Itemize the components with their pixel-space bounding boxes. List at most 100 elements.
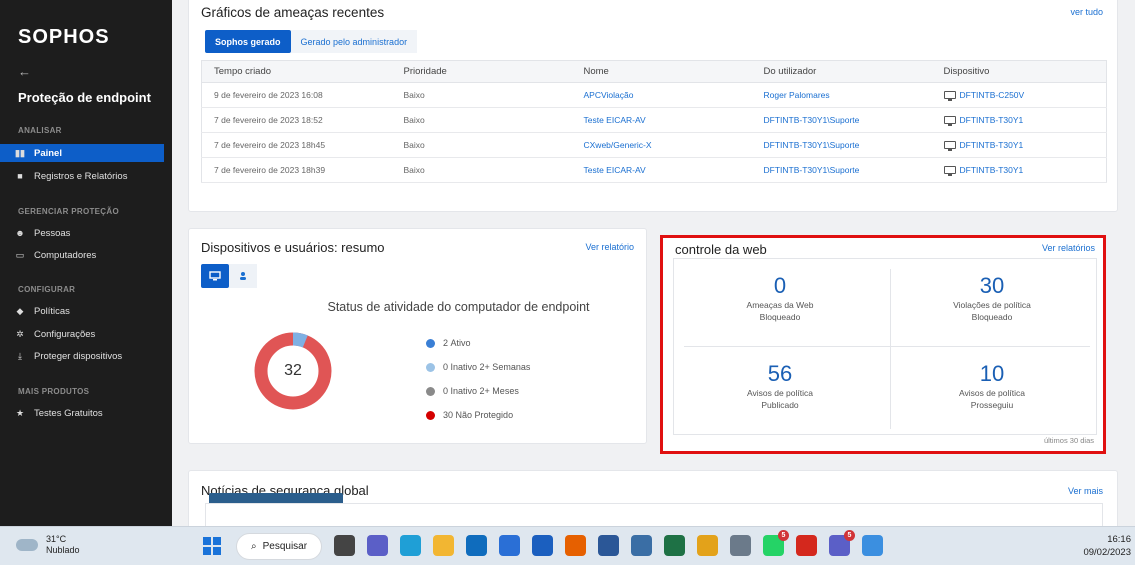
cell-user-link[interactable]: Roger Palomares [751, 82, 932, 108]
taskbar-search[interactable]: ⌕ Pesquisar [236, 533, 322, 560]
stat-sublabel: Bloqueado [759, 312, 801, 322]
chat-icon[interactable] [367, 535, 388, 556]
task-view-icon[interactable] [334, 535, 355, 556]
cell-time: 7 de fevereiro de 2023 18h39 [201, 157, 392, 183]
cell-time: 7 de fevereiro de 2023 18h45 [201, 132, 392, 158]
sidebar-item-label: Testes Gratuitos [34, 407, 103, 419]
legend-label: Inativo 2+ Semanas [450, 362, 531, 372]
cell-name-link[interactable]: Teste EICAR-AV [571, 157, 752, 183]
photos-icon[interactable] [862, 535, 883, 556]
edge-icon[interactable] [400, 535, 421, 556]
legend-dot [426, 362, 435, 372]
device-link[interactable]: DFTINTB-C250V [960, 90, 1025, 100]
whatsapp-icon[interactable]: 5 [763, 530, 789, 556]
sidebar-item-label: Configurações [34, 328, 96, 340]
tab-gerado-admin[interactable]: Gerado pelo administrador [290, 30, 418, 53]
sidebar-item-pessoas[interactable]: ☻ Pessoas [0, 224, 164, 242]
weather-widget[interactable]: 31°C Nublado [16, 534, 80, 556]
cell-name-link[interactable]: CXweb/Generic-X [571, 132, 752, 158]
cell-device[interactable]: DFTINTB-T30Y1 [931, 157, 1107, 183]
table-row[interactable]: 9 de fevereiro de 2023 16:08 Baixo APCVi… [201, 82, 1107, 108]
windows-start-icon[interactable] [203, 537, 221, 555]
sidebar-item-painel[interactable]: ▮▮ Painel [0, 144, 164, 162]
ver-relatorios-link[interactable]: Ver relatórios [1042, 243, 1095, 253]
sidebar-item-configuracoes[interactable]: ✲ Configurações [0, 325, 164, 343]
web-control-title: controle da web [675, 242, 767, 257]
cell-name-link[interactable]: APCViolação [571, 82, 752, 108]
search-icon: ⌕ [251, 541, 257, 552]
chrome-icon[interactable] [697, 535, 718, 556]
mail-icon[interactable] [532, 535, 553, 556]
threat-card-title: Gráficos de ameaças recentes [201, 5, 385, 20]
cell-user-link[interactable]: DFTINTB-T30Y1\Suporte [751, 157, 932, 183]
settings-icon[interactable] [730, 535, 751, 556]
col-header[interactable]: Prioridade [391, 60, 572, 83]
legend-item-inativo-meses[interactable]: 0 Inativo 2+ Meses [426, 379, 530, 403]
ver-relatorio-link[interactable]: Ver relatório [585, 242, 634, 252]
cell-name-link[interactable]: Teste EICAR-AV [571, 107, 752, 133]
monitor-icon [943, 115, 956, 126]
cell-device[interactable]: DFTINTB-T30Y1 [931, 107, 1107, 133]
shield-icon: ◆ [16, 305, 24, 316]
sidebar-item-politicas[interactable]: ◆ Políticas [0, 302, 164, 320]
tab-sophos-gerado[interactable]: Sophos gerado [205, 30, 291, 53]
col-header[interactable]: Do utilizador [751, 60, 932, 83]
legend-label: Ativo [450, 338, 471, 348]
acrobat-icon[interactable] [796, 535, 817, 556]
notepad-icon[interactable] [631, 535, 652, 556]
col-header[interactable]: Tempo criado [201, 60, 392, 83]
threat-graphs-card: Gráficos de ameaças recentes ver tudo So… [188, 0, 1118, 212]
file-explorer-icon[interactable] [433, 535, 454, 556]
table-row[interactable]: 7 de fevereiro de 2023 18h39 Baixo Teste… [201, 157, 1107, 183]
device-link[interactable]: DFTINTB-T30Y1 [960, 140, 1024, 150]
section-title: Proteção de endpoint [18, 90, 151, 105]
legend-item-inativo-semanas[interactable]: 0 Inativo 2+ Semanas [426, 355, 530, 379]
ver-mais-link[interactable]: Ver mais [1068, 486, 1103, 496]
notification-badge: 5 [844, 530, 855, 541]
computer-view-button[interactable] [201, 264, 229, 288]
legend-dot [426, 386, 435, 396]
store-icon[interactable] [499, 535, 520, 556]
stat-violacoes-politica[interactable]: 30 Violações de política Bloqueado [886, 259, 1098, 347]
cell-user-link[interactable]: DFTINTB-T30Y1\Suporte [751, 132, 932, 158]
col-header[interactable]: Dispositivo [931, 60, 1107, 83]
cell-device[interactable]: DFTINTB-T30Y1 [931, 132, 1107, 158]
stat-ameacas-web[interactable]: 0 Ameaças da Web Bloqueado [674, 259, 886, 347]
table-row[interactable]: 7 de fevereiro de 2023 18:52 Baixo Teste… [201, 107, 1107, 133]
gear-icon: ✲ [16, 328, 24, 339]
stat-value: 0 [773, 273, 787, 298]
teams-icon[interactable]: 5 [829, 530, 855, 556]
group-label-analisar: ANALISAR [18, 126, 62, 135]
sidebar-item-proteger[interactable]: ⤓ Proteger dispositivos [0, 347, 164, 365]
sidebar-item-label: Painel [34, 147, 62, 159]
user-view-button[interactable] [229, 264, 257, 288]
stat-avisos-publicado[interactable]: 56 Avisos de política Publicado [674, 347, 886, 435]
cell-device[interactable]: DFTINTB-C250V [931, 82, 1107, 108]
device-link[interactable]: DFTINTB-T30Y1 [960, 115, 1024, 125]
legend-item-nao-protegido[interactable]: 30 Não Protegido [426, 403, 530, 427]
cell-priority: Baixo [391, 82, 572, 108]
stat-avisos-prosseguiu[interactable]: 10 Avisos de política Prosseguiu [886, 347, 1098, 435]
outlook-icon[interactable] [466, 535, 487, 556]
device-link[interactable]: DFTINTB-T30Y1 [960, 165, 1024, 175]
col-header[interactable]: Nome [571, 60, 752, 83]
clock-date: 09/02/2023 [1083, 547, 1131, 558]
table-row[interactable]: 7 de fevereiro de 2023 18h45 Baixo CXweb… [201, 132, 1107, 158]
status-chart-title: Status de atividade do computador de end… [327, 300, 590, 314]
excel-icon[interactable] [664, 535, 685, 556]
cell-user-link[interactable]: DFTINTB-T30Y1\Suporte [751, 107, 932, 133]
sidebar-item-registros[interactable]: ■ Registros e Relatórios [0, 167, 164, 185]
news-thumbnail[interactable] [209, 493, 343, 503]
sidebar-item-testes[interactable]: ★ Testes Gratuitos [0, 404, 164, 422]
cell-priority: Baixo [391, 107, 572, 133]
sophos-logo[interactable]: SOPHOS [18, 26, 110, 49]
sidebar-item-computadores[interactable]: ▭ Computadores [0, 246, 164, 264]
legend-dot [426, 338, 435, 348]
word-icon[interactable] [598, 535, 619, 556]
ver-tudo-link[interactable]: ver tudo [1070, 7, 1103, 17]
back-arrow-icon[interactable]: ← [18, 64, 31, 79]
legend-item-ativo[interactable]: 2 Ativo [426, 331, 530, 355]
firefox-icon[interactable] [565, 535, 586, 556]
clock-time: 16:16 [1107, 534, 1131, 545]
system-clock[interactable]: 16:16 09/02/2023 [1083, 533, 1131, 559]
